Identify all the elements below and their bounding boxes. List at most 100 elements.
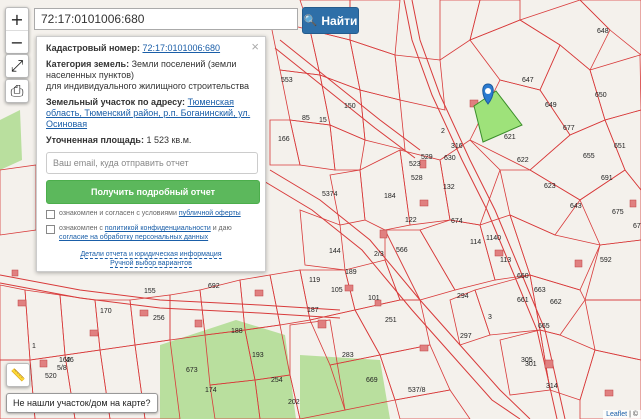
search-icon: 🔍 — [303, 15, 318, 27]
parcel-label: 46 — [66, 357, 74, 364]
parcel-label: 150 — [344, 103, 356, 110]
parcel-label: 674 — [451, 218, 463, 225]
parcel-label: 122 — [405, 217, 417, 224]
parcel-label: 647 — [522, 77, 534, 84]
parcel-label: 316 — [451, 143, 463, 150]
print-control: ⎙ — [5, 79, 29, 103]
parcel-label: 1140 — [486, 235, 501, 242]
leaflet-link[interactable]: Leaflet — [606, 411, 627, 418]
parcel-label: 520 — [45, 373, 57, 380]
report-details-link[interactable]: Детали отчета и юридическая информация — [80, 251, 222, 259]
parcel-label: 254 — [271, 377, 283, 384]
attribution-separator: | © — [627, 411, 638, 418]
consent-1-prefix: ознакомлен и согласен с условиями — [59, 210, 177, 217]
parcel-label: 622 — [517, 157, 529, 164]
search-button[interactable]: 🔍 Найти — [302, 7, 359, 34]
privacy-policy-link[interactable]: политикой конфиденциальности — [105, 225, 211, 232]
consent-2-prefix: ознакомлен с — [59, 225, 103, 232]
parcel-label: 691 — [601, 175, 613, 182]
parcel-label: 676 — [633, 223, 641, 230]
get-report-button[interactable]: Получить подробный отчет — [46, 180, 260, 204]
consent-privacy[interactable]: ознакомлен с политикой конфиденциальност… — [46, 224, 256, 242]
parcel-label: 553 — [281, 77, 293, 84]
ruler-icon[interactable]: 📏 — [7, 364, 29, 386]
measure-control: 📏 — [6, 363, 30, 387]
parcel-label: 669 — [366, 377, 378, 384]
manual-selection-link[interactable]: Ручной выбор вариантов — [110, 260, 192, 268]
parcel-label: 675 — [612, 209, 624, 216]
close-icon[interactable]: × — [251, 39, 259, 54]
cadastral-search-input[interactable] — [34, 8, 298, 30]
consent-offer[interactable]: ознакомлен и согласен с условиями публич… — [46, 209, 256, 219]
parcel-label: 256 — [153, 315, 165, 322]
parcel-label: 651 — [614, 143, 626, 150]
category-purpose: для индивидуального жилищного строительс… — [46, 81, 250, 91]
parcel-info-panel: × Кадастровый номер: 72:17:0101006:680 К… — [36, 36, 266, 272]
parcel-label: 5/8 — [57, 365, 67, 372]
parcel-label: 566 — [396, 247, 408, 254]
zoom-control: + − — [5, 7, 29, 54]
parcel-label: 144 — [329, 248, 341, 255]
parcel-label: 523 — [409, 161, 421, 168]
parcel-label: 663 — [534, 287, 546, 294]
parcel-label: 3 — [488, 314, 492, 321]
parcel-label: 592 — [600, 257, 612, 264]
parcel-label: 692 — [208, 283, 220, 290]
area-label: Уточненная площадь: — [46, 135, 144, 145]
parcel-label: 673 — [186, 367, 198, 374]
email-input[interactable]: Ваш email, куда отправить отчет — [46, 152, 258, 174]
parcel-label: 15 — [319, 117, 327, 124]
consent-2-mid: и даю — [212, 225, 232, 232]
parcel-label: 155 — [144, 288, 156, 295]
parcel-label: 114 — [470, 239, 481, 246]
not-found-button[interactable]: Не нашли участок/дом на карте? — [6, 393, 158, 413]
print-icon[interactable]: ⎙ — [6, 80, 28, 102]
parcel-label: 105 — [331, 287, 343, 294]
data-processing-link[interactable]: согласие на обработку персональных данны… — [59, 234, 208, 241]
parcel-label: 314 — [546, 383, 558, 390]
parcel-label: 166 — [278, 136, 290, 143]
area-value: 1 523 кв.м. — [146, 135, 192, 145]
parcel-label: 650 — [595, 92, 607, 99]
parcel-label: 187 — [307, 307, 319, 314]
parcel-label: 1 — [32, 343, 36, 350]
fullscreen-control: ⤢ — [5, 54, 29, 78]
address-label: Земельный участок по адресу: — [46, 97, 186, 107]
fullscreen-icon[interactable]: ⤢ — [6, 55, 28, 77]
offer-checkbox[interactable] — [46, 210, 55, 219]
parcel-label: 297 — [460, 333, 472, 340]
parcel-label: 621 — [504, 134, 516, 141]
parcel-label: 188 — [231, 328, 243, 335]
parcel-label: 193 — [252, 352, 264, 359]
zoom-in-button[interactable]: + — [6, 8, 28, 31]
parcel-label: 170 — [100, 308, 112, 315]
parcel-label: 189 — [345, 269, 357, 276]
cadastral-label: Кадастровый номер: — [46, 43, 140, 53]
parcel-label: 132 — [443, 184, 455, 191]
map-attribution: Leaflet | © — [603, 410, 641, 419]
panel-links: Детали отчета и юридическая информация Р… — [46, 250, 256, 268]
privacy-checkbox[interactable] — [46, 225, 55, 234]
parcel-label: 2/3 — [374, 251, 384, 258]
parcel-label: 113 — [500, 257, 511, 264]
parcel-label: 537/8 — [408, 387, 426, 394]
parcel-label: 529 — [421, 154, 433, 161]
parcel-label: 174 — [205, 387, 217, 394]
parcel-label: 661 — [517, 297, 529, 304]
parcel-label: 660 — [517, 273, 529, 280]
parcel-label: 630 — [444, 155, 456, 162]
parcel-label: 301 — [525, 361, 537, 368]
parcel-label: 85 — [302, 115, 310, 122]
parcel-label: 649 — [545, 102, 557, 109]
parcel-label: 655 — [583, 153, 595, 160]
parcel-label: 623 — [544, 183, 556, 190]
parcel-label: 283 — [342, 352, 354, 359]
search-button-label: Найти — [321, 13, 358, 28]
parcel-label: 202 — [288, 399, 300, 406]
parcel-label: 57/46 — [0, 0, 18, 2]
parcel-label: 184 — [384, 193, 396, 200]
public-offer-link[interactable]: публичной оферты — [179, 210, 241, 217]
parcel-label: 251 — [385, 317, 397, 324]
zoom-out-button[interactable]: − — [6, 31, 28, 53]
cadastral-number-link[interactable]: 72:17:0101006:680 — [142, 43, 220, 53]
